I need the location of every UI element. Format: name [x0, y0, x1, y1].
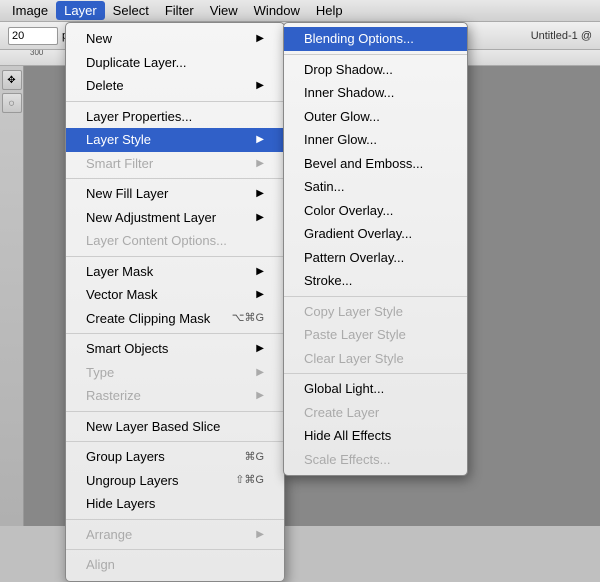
menu-delete[interactable]: Delete ▶ — [66, 74, 284, 98]
submenu-color-overlay[interactable]: Color Overlay... — [284, 199, 467, 223]
submenu-global-light[interactable]: Global Light... — [284, 377, 467, 401]
menu-layer-content-options[interactable]: Layer Content Options... — [66, 229, 284, 253]
shortcut-group: ⌘G — [244, 449, 264, 466]
sep-1 — [66, 101, 284, 102]
menubar: Image Layer Select Filter View Window He… — [0, 0, 600, 22]
menu-arrow-fill: ▶ — [256, 186, 264, 201]
menu-arrow-adjustment: ▶ — [256, 210, 264, 225]
menu-duplicate-layer[interactable]: Duplicate Layer... — [66, 51, 284, 75]
layer-style-submenu: Blending Options... Drop Shadow... Inner… — [283, 22, 468, 476]
menubar-filter[interactable]: Filter — [157, 1, 202, 20]
submenu-stroke[interactable]: Stroke... — [284, 269, 467, 293]
submenu-pattern-overlay[interactable]: Pattern Overlay... — [284, 246, 467, 270]
lasso-tool[interactable]: ◌ — [2, 93, 22, 113]
menu-new-layer-based-slice[interactable]: New Layer Based Slice — [66, 415, 284, 439]
menu-type[interactable]: Type ▶ — [66, 361, 284, 385]
menu-ungroup-layers[interactable]: Ungroup Layers ⇧⌘G — [66, 469, 284, 493]
submenu-copy-layer-style[interactable]: Copy Layer Style — [284, 300, 467, 324]
menubar-select[interactable]: Select — [105, 1, 157, 20]
menu-layer-mask[interactable]: Layer Mask ▶ — [66, 260, 284, 284]
sep-4 — [66, 333, 284, 334]
submenu-satin[interactable]: Satin... — [284, 175, 467, 199]
submenu-hide-all-effects[interactable]: Hide All Effects — [284, 424, 467, 448]
menubar-layer[interactable]: Layer — [56, 1, 105, 20]
submenu-inner-glow[interactable]: Inner Glow... — [284, 128, 467, 152]
submenu-scale-effects[interactable]: Scale Effects... — [284, 448, 467, 472]
submenu-bevel-emboss[interactable]: Bevel and Emboss... — [284, 152, 467, 176]
menu-layer-style[interactable]: Layer Style ▶ — [66, 128, 284, 152]
menu-create-clipping-mask[interactable]: Create Clipping Mask ⌥⌘G — [66, 307, 284, 331]
menubar-image[interactable]: Image — [4, 1, 56, 20]
sub-sep-1 — [284, 54, 467, 55]
submenu-clear-layer-style[interactable]: Clear Layer Style — [284, 347, 467, 371]
sep-6 — [66, 441, 284, 442]
menu-arrange[interactable]: Arrange ▶ — [66, 523, 284, 547]
submenu-drop-shadow[interactable]: Drop Shadow... — [284, 58, 467, 82]
sep-5 — [66, 411, 284, 412]
menu-smart-filter[interactable]: Smart Filter ▶ — [66, 152, 284, 176]
menu-hide-layers[interactable]: Hide Layers — [66, 492, 284, 516]
menu-arrow-layer-style: ▶ — [256, 132, 264, 147]
shortcut-clipping: ⌥⌘G — [232, 310, 264, 327]
menu-arrow-smart-filter: ▶ — [256, 156, 264, 171]
submenu-create-layer[interactable]: Create Layer — [284, 401, 467, 425]
sep-8 — [66, 549, 284, 550]
submenu-blending-options[interactable]: Blending Options... — [284, 27, 467, 51]
sep-2 — [66, 178, 284, 179]
submenu-gradient-overlay[interactable]: Gradient Overlay... — [284, 222, 467, 246]
menu-arrow-rasterize: ▶ — [256, 388, 264, 403]
move-tool[interactable]: ✥ — [2, 70, 22, 90]
menu-arrow-layer-mask: ▶ — [256, 264, 264, 279]
menu-align[interactable]: Align — [66, 553, 284, 577]
menu-new[interactable]: New ▶ — [66, 27, 284, 51]
menubar-help[interactable]: Help — [308, 1, 351, 20]
menu-arrow-arrange: ▶ — [256, 527, 264, 542]
menu-arrow-type: ▶ — [256, 365, 264, 380]
menubar-window[interactable]: Window — [246, 1, 308, 20]
left-toolbar: ✥ ◌ — [0, 66, 24, 526]
menu-arrow-new: ▶ — [256, 31, 264, 46]
px-input-group: 20 px — [8, 27, 74, 45]
menu-rasterize[interactable]: Rasterize ▶ — [66, 384, 284, 408]
menu-arrow-delete: ▶ — [256, 78, 264, 93]
menu-arrow-vector-mask: ▶ — [256, 287, 264, 302]
layer-menu: New ▶ Duplicate Layer... Delete ▶ Layer … — [65, 22, 285, 582]
menu-group-layers[interactable]: Group Layers ⌘G — [66, 445, 284, 469]
menu-layer-properties[interactable]: Layer Properties... — [66, 105, 284, 129]
menu-arrow-smart-objects: ▶ — [256, 341, 264, 356]
menu-new-fill-layer[interactable]: New Fill Layer ▶ — [66, 182, 284, 206]
sub-sep-3 — [284, 373, 467, 374]
submenu-outer-glow[interactable]: Outer Glow... — [284, 105, 467, 129]
sep-3 — [66, 256, 284, 257]
submenu-inner-shadow[interactable]: Inner Shadow... — [284, 81, 467, 105]
sub-sep-2 — [284, 296, 467, 297]
untitled-label: Untitled-1 @ — [531, 30, 592, 42]
menu-smart-objects[interactable]: Smart Objects ▶ — [66, 337, 284, 361]
shortcut-ungroup: ⇧⌘G — [235, 472, 264, 489]
sep-7 — [66, 519, 284, 520]
submenu-paste-layer-style[interactable]: Paste Layer Style — [284, 323, 467, 347]
px-input[interactable]: 20 — [8, 27, 58, 45]
menu-new-adjustment-layer[interactable]: New Adjustment Layer ▶ — [66, 206, 284, 230]
menu-vector-mask[interactable]: Vector Mask ▶ — [66, 283, 284, 307]
menubar-view[interactable]: View — [202, 1, 246, 20]
